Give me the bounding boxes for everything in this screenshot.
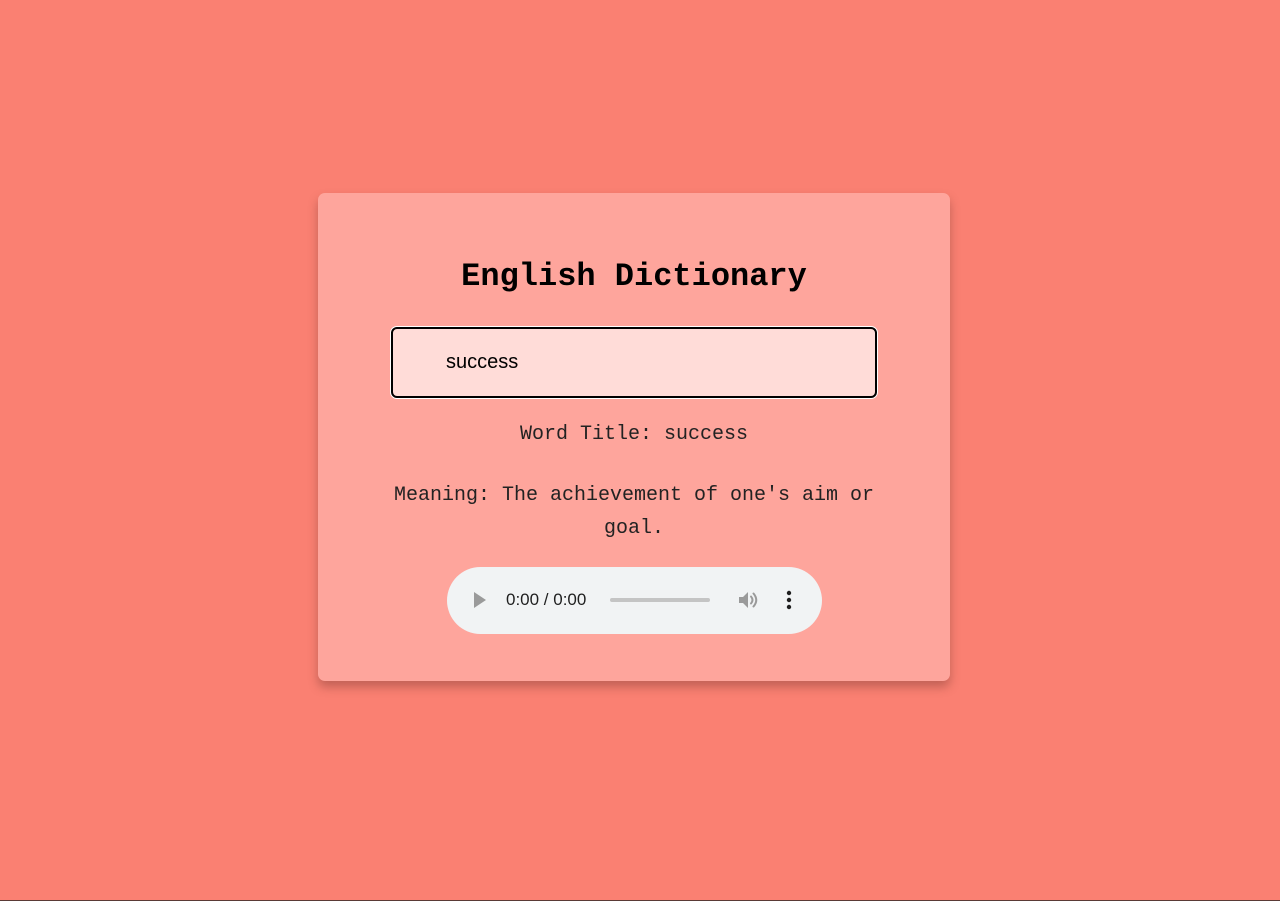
word-title: Word Title: success	[519, 423, 749, 446]
more-vert-icon[interactable]	[785, 590, 793, 610]
volume-icon[interactable]	[738, 590, 760, 610]
audio-player[interactable]: 0:00 / 0:00	[447, 567, 822, 634]
play-icon[interactable]	[473, 591, 487, 609]
page-title: English Dictionary	[461, 258, 807, 295]
audio-seek-slider[interactable]	[610, 598, 710, 602]
search-input[interactable]	[391, 327, 877, 398]
word-meaning: Meaning: The achievement of one's aim or…	[393, 484, 875, 540]
dictionary-card: English Dictionary Word Title: success M…	[318, 193, 950, 681]
audio-time-display: 0:00 / 0:00	[506, 590, 587, 609]
